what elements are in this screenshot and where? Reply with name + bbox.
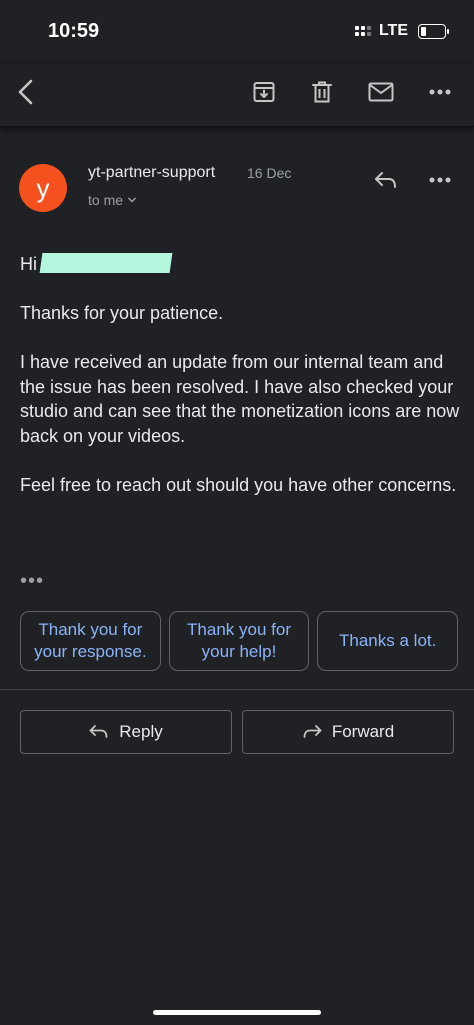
toolbar: [0, 64, 474, 127]
smart-replies: Thank you for your response. Thank you f…: [20, 611, 459, 671]
network-label: LTE: [378, 22, 408, 39]
recipient-label: to me: [88, 192, 124, 208]
recipient-toggle[interactable]: to me: [88, 192, 137, 208]
body-paragraph: Feel free to reach out should you have o…: [20, 474, 457, 495]
reply-label: Reply: [119, 722, 163, 741]
smart-reply-chip[interactable]: Thank you for your help!: [168, 611, 310, 671]
divider: [0, 689, 474, 690]
message-more-icon[interactable]: [424, 164, 456, 196]
sender-header: y yt-partner-support 16 Dec to me: [0, 150, 474, 220]
status-indicators: LTE: [354, 22, 449, 40]
smart-reply-chip[interactable]: Thank you for your response.: [20, 611, 161, 671]
redacted-name: [39, 253, 173, 273]
sender-name[interactable]: yt-partner-support: [88, 164, 215, 182]
battery-icon: [418, 23, 449, 39]
home-indicator: [153, 1010, 321, 1015]
signal-icon: [354, 26, 371, 36]
greeting: Hi: [20, 254, 37, 274]
email-date: 16 Dec: [247, 165, 292, 181]
action-bar: Reply Forward: [20, 710, 454, 754]
body-paragraph: I have received an update from our inter…: [20, 352, 460, 446]
reply-icon[interactable]: [370, 164, 402, 196]
reply-icon: [89, 725, 108, 738]
reply-button[interactable]: Reply: [20, 710, 232, 754]
avatar[interactable]: y: [19, 164, 67, 212]
chevron-down-icon: [127, 197, 137, 203]
more-options-icon[interactable]: [424, 76, 456, 108]
delete-icon[interactable]: [306, 76, 338, 108]
status-time: 10:59: [48, 20, 100, 42]
smart-reply-chip[interactable]: Thanks a lot.: [317, 611, 459, 671]
back-icon[interactable]: [10, 76, 42, 108]
show-trimmed-content-button[interactable]: •••: [20, 570, 44, 593]
forward-button[interactable]: Forward: [242, 710, 454, 754]
archive-icon[interactable]: [248, 76, 280, 108]
forward-icon: [303, 725, 322, 738]
greeting-line: Hi: [20, 252, 460, 277]
mail-icon[interactable]: [365, 76, 397, 108]
body-paragraph: Thanks for your patience.: [20, 303, 224, 323]
status-bar: 10:59 LTE: [0, 0, 474, 64]
forward-label: Forward: [331, 722, 395, 741]
email-body: Hi Thanks for your patience. I have rece…: [20, 252, 460, 522]
